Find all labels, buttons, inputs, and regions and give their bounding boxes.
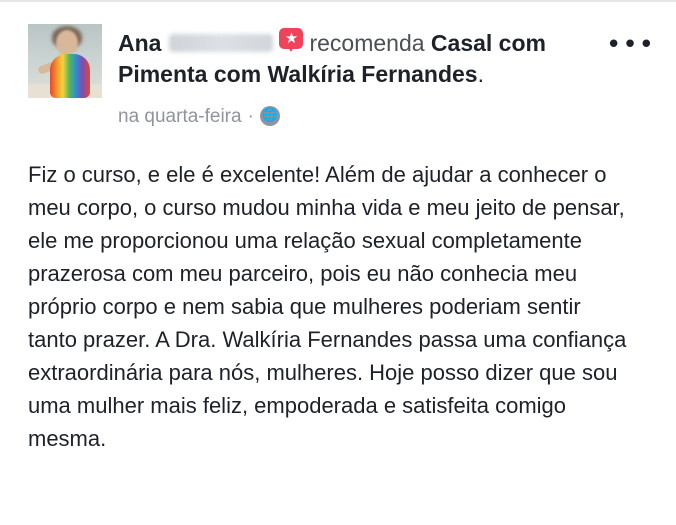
header-punctuation: . xyxy=(477,61,484,87)
author-avatar[interactable] xyxy=(28,24,102,98)
post-header: Ana ★ recomenda Casal com Pimenta com Walk… xyxy=(118,28,598,90)
meta-separator: · xyxy=(247,106,254,127)
post-card: Ana ★ recomenda Casal com Pimenta com Walk… xyxy=(0,0,676,525)
star-bubble-icon: ★ xyxy=(279,28,304,54)
author-name[interactable]: Ana xyxy=(118,30,161,56)
post-timestamp[interactable]: na quarta-feira xyxy=(118,106,242,127)
globe-icon[interactable]: 🌐 xyxy=(259,106,280,126)
more-options-icon[interactable]: ••• xyxy=(606,30,654,60)
recommend-verb: recomenda xyxy=(309,30,425,56)
redacted-surname xyxy=(169,34,274,52)
post-body-text: Fiz o curso, e ele é excelente! Além de … xyxy=(28,162,627,451)
post-meta: na quarta-feira · 🌐 xyxy=(118,104,280,130)
